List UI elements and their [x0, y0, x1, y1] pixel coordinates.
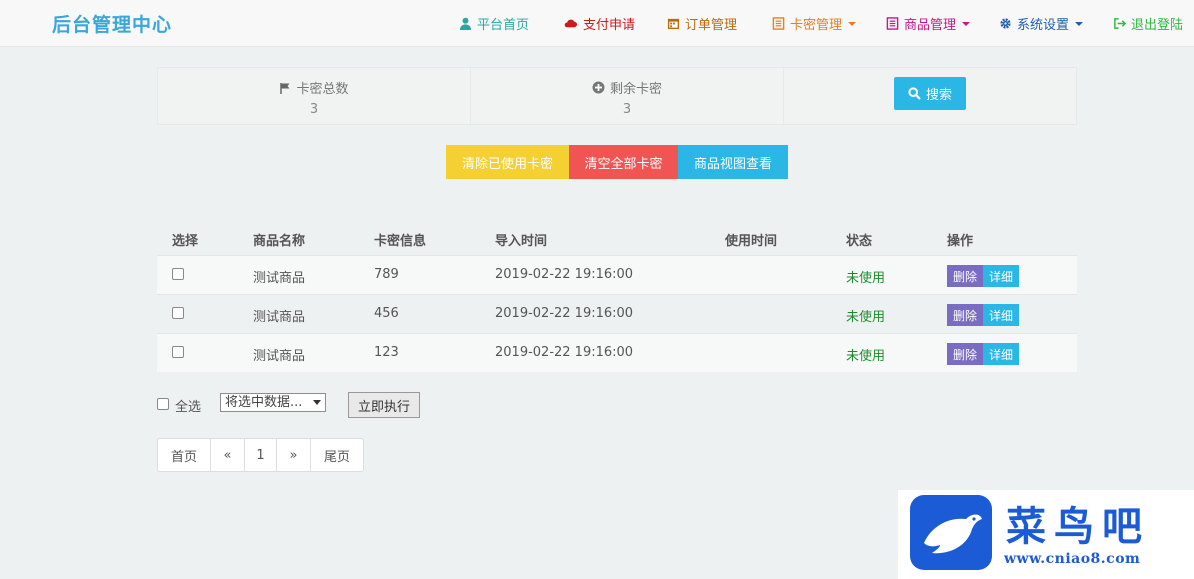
stat-remaining-label: 剩余卡密 — [609, 82, 662, 97]
detail-button[interactable]: 详细 — [983, 265, 1019, 287]
column-header: 选择 — [172, 234, 199, 249]
chevron-down-icon — [1075, 21, 1084, 26]
dropdown-arrow-icon — [313, 400, 321, 405]
column-header: 操作 — [947, 234, 974, 249]
nav-logout-label: 退出登陆 — [1131, 18, 1184, 33]
nav-payment-label: 支付申请 — [583, 18, 636, 33]
column-header: 卡密信息 — [374, 234, 427, 249]
nav-payment[interactable]: 支付申请 — [563, 14, 635, 33]
search-icon — [908, 87, 921, 100]
cloud-icon — [564, 19, 577, 28]
search-button[interactable]: 搜索 — [894, 77, 966, 110]
bird-logo-icon — [910, 495, 992, 570]
plus-circle-icon — [592, 81, 605, 94]
page-first[interactable]: 首页 — [158, 439, 211, 471]
nav-orders-label: 订单管理 — [685, 18, 738, 33]
pagination: 首页 « 1 » 尾页 — [157, 438, 364, 472]
flag-icon — [280, 82, 290, 94]
product-name-cell: 测试商品 — [253, 349, 306, 364]
table-row: 测试商品 123 2019-02-22 19:16:00 未使用 删除 详细 — [157, 333, 1077, 372]
column-header: 导入时间 — [495, 234, 548, 249]
nav-logout[interactable]: 退出登陆 — [1113, 14, 1183, 33]
page-last[interactable]: 尾页 — [311, 439, 363, 471]
card-info-cell: 123 — [374, 345, 399, 360]
card-info-cell: 789 — [374, 267, 399, 282]
table-header: 选择 商品名称 卡密信息 导入时间 使用时间 状态 操作 — [157, 222, 1077, 256]
product-view-button[interactable]: 商品视图查看 — [678, 145, 788, 179]
brand-title[interactable]: 后台管理中心 — [52, 10, 172, 37]
page-prev[interactable]: « — [211, 439, 245, 471]
nav-products[interactable]: 商品管理 — [886, 14, 971, 33]
nav-settings-label: 系统设置 — [1017, 18, 1070, 33]
card-info-cell: 456 — [374, 306, 399, 321]
stat-remaining-value: 3 — [622, 102, 632, 117]
top-navbar: 后台管理中心 平台首页 支付申请 订单管理 卡密管理 商品管理 系统设置 退出登… — [0, 0, 1194, 47]
status-cell: 未使用 — [846, 310, 886, 325]
search-button-label: 搜索 — [925, 88, 952, 103]
detail-button[interactable]: 详细 — [983, 343, 1019, 365]
stat-total: 卡密总数 3 — [158, 68, 471, 124]
chevron-down-icon — [848, 21, 857, 26]
stat-total-value: 3 — [309, 102, 319, 117]
execute-button[interactable]: 立即执行 — [348, 392, 420, 418]
import-time-cell: 2019-02-22 19:16:00 — [495, 345, 634, 360]
column-header: 状态 — [846, 234, 873, 249]
select-all-label[interactable]: 全选 — [175, 396, 201, 415]
nav-orders[interactable]: 订单管理 — [667, 14, 737, 33]
watermark: 菜鸟吧 www.cniao8.com — [898, 490, 1194, 579]
status-cell: 未使用 — [846, 271, 886, 286]
import-time-cell: 2019-02-22 19:16:00 — [495, 306, 634, 321]
row-checkbox[interactable] — [172, 268, 184, 280]
status-cell: 未使用 — [846, 349, 886, 364]
page-number[interactable]: 1 — [245, 439, 277, 471]
clear-all-button[interactable]: 清空全部卡密 — [569, 145, 678, 179]
stat-remaining: 剩余卡密 3 — [471, 68, 784, 124]
table-row: 测试商品 456 2019-02-22 19:16:00 未使用 删除 详细 — [157, 294, 1077, 333]
nav-cards-label: 卡密管理 — [790, 18, 843, 33]
page-next[interactable]: » — [277, 439, 311, 471]
calendar-icon — [667, 18, 680, 30]
column-header: 商品名称 — [253, 234, 306, 249]
watermark-title: 菜鸟吧 — [1006, 503, 1150, 550]
list-icon — [886, 17, 899, 30]
nav-settings[interactable]: 系统设置 — [999, 14, 1084, 33]
nav-products-label: 商品管理 — [904, 18, 957, 33]
delete-button[interactable]: 删除 — [947, 304, 983, 326]
bulk-action-selected: 将选中数据... — [225, 395, 303, 410]
product-name-cell: 测试商品 — [253, 310, 306, 325]
bulk-action-select[interactable]: 将选中数据... — [220, 393, 326, 412]
column-header: 使用时间 — [725, 234, 778, 249]
row-checkbox[interactable] — [172, 346, 184, 358]
logout-icon — [1114, 18, 1126, 29]
table-row: 测试商品 789 2019-02-22 19:16:00 未使用 删除 详细 — [157, 255, 1077, 294]
product-name-cell: 测试商品 — [253, 271, 306, 286]
watermark-url: www.cniao8.com — [1004, 551, 1141, 567]
gear-icon — [1000, 18, 1011, 29]
stats-panel: 卡密总数 3 剩余卡密 3 搜索 — [157, 67, 1077, 125]
list-icon — [772, 17, 785, 30]
stat-total-label: 卡密总数 — [296, 82, 349, 97]
row-checkbox[interactable] — [172, 307, 184, 319]
clear-used-button[interactable]: 清除已使用卡密 — [446, 145, 569, 179]
nav-home-label: 平台首页 — [477, 18, 530, 33]
import-time-cell: 2019-02-22 19:16:00 — [495, 267, 634, 282]
nav-home[interactable]: 平台首页 — [459, 14, 529, 33]
detail-button[interactable]: 详细 — [983, 304, 1019, 326]
user-icon — [459, 17, 472, 30]
nav-cards[interactable]: 卡密管理 — [772, 14, 857, 33]
chevron-down-icon — [962, 21, 971, 26]
delete-button[interactable]: 删除 — [947, 265, 983, 287]
select-all-checkbox[interactable] — [157, 398, 169, 410]
delete-button[interactable]: 删除 — [947, 343, 983, 365]
